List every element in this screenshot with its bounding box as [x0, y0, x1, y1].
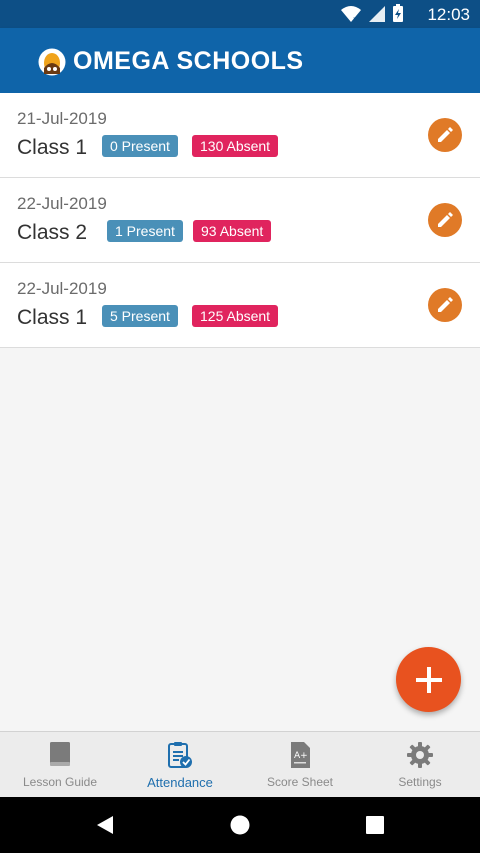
attendance-row[interactable]: 21-Jul-2019 Class 1 0 Present 130 Absent	[0, 93, 480, 178]
present-badge: 0 Present	[102, 135, 178, 157]
app-bar: OMEGA SCHOOLS	[0, 28, 480, 93]
pencil-icon	[438, 212, 453, 227]
present-badge: 1 Present	[107, 220, 183, 242]
attendance-date: 22-Jul-2019	[17, 279, 107, 298]
gear-icon	[407, 742, 433, 768]
nav-lesson-guide[interactable]: Lesson Guide	[0, 732, 120, 798]
pencil-icon	[438, 127, 453, 142]
status-bar: x 12:03	[0, 0, 480, 28]
absent-badge: 125 Absent	[192, 305, 279, 327]
home-icon[interactable]	[230, 815, 250, 835]
add-attendance-button[interactable]	[396, 647, 461, 712]
status-time: 12:03	[427, 5, 470, 24]
nav-settings[interactable]: Settings	[360, 732, 480, 798]
clipboard-check-icon	[168, 742, 192, 768]
system-nav-bar	[0, 797, 480, 853]
status-icons: x	[340, 4, 404, 23]
class-name: Class 1	[17, 306, 88, 329]
attendance-date: 22-Jul-2019	[17, 194, 107, 213]
recents-icon[interactable]	[366, 816, 384, 834]
nav-label: Lesson Guide	[22, 775, 98, 789]
app-title: OMEGA SCHOOLS	[73, 47, 304, 75]
edit-button[interactable]	[428, 118, 462, 152]
battery-icon	[393, 4, 403, 22]
nav-score-sheet[interactable]: A+ Score Sheet	[240, 732, 360, 798]
edit-button[interactable]	[428, 288, 462, 322]
pencil-icon	[438, 297, 453, 312]
absent-badge: 93 Absent	[193, 220, 272, 242]
signal-icon	[369, 5, 385, 22]
book-icon	[50, 742, 70, 766]
attendance-list: 21-Jul-2019 Class 1 0 Present 130 Absent…	[0, 93, 480, 348]
nav-attendance[interactable]: Attendance	[120, 732, 240, 798]
svg-text:A+: A+	[294, 751, 308, 761]
back-icon[interactable]	[96, 815, 114, 835]
nav-label: Score Sheet	[266, 775, 334, 789]
attendance-date: 21-Jul-2019	[17, 109, 107, 128]
score-sheet-icon: A+	[291, 742, 310, 768]
plus-icon	[415, 666, 442, 693]
wifi-icon: x	[341, 5, 361, 23]
svg-text:x: x	[353, 15, 358, 23]
class-name: Class 1	[17, 136, 88, 159]
nav-label: Settings	[398, 775, 442, 789]
attendance-row[interactable]: 22-Jul-2019 Class 1 5 Present 125 Absent	[0, 263, 480, 348]
class-name: Class 2	[17, 221, 88, 244]
attendance-row[interactable]: 22-Jul-2019 Class 2 1 Present 93 Absent	[0, 178, 480, 263]
school-logo-icon	[38, 48, 66, 76]
present-badge: 5 Present	[102, 305, 178, 327]
bottom-nav: Lesson Guide Attendance A+ Score Sheet S…	[0, 731, 480, 798]
absent-badge: 130 Absent	[192, 135, 279, 157]
nav-label: Attendance	[147, 775, 213, 790]
edit-button[interactable]	[428, 203, 462, 237]
